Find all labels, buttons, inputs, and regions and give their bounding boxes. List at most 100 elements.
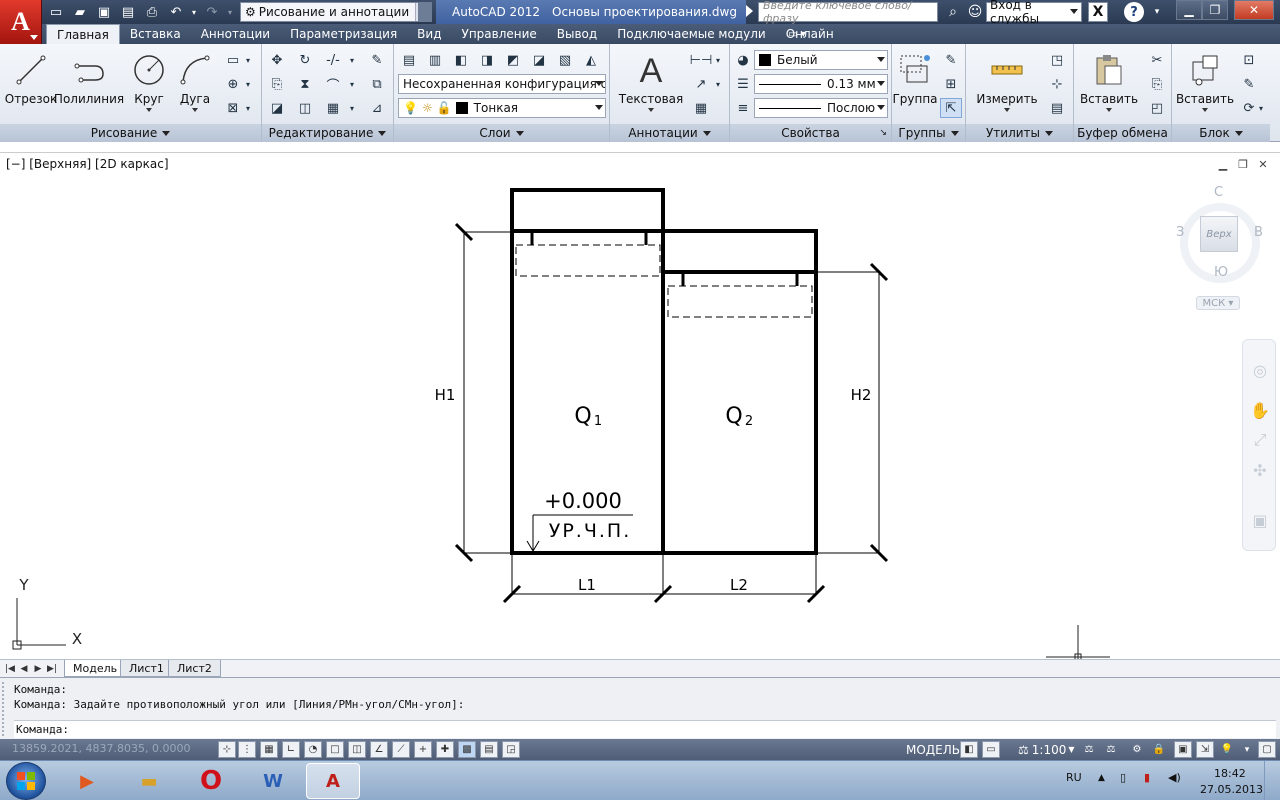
annotation-scale[interactable]: ⚖ 1:100 ▼ xyxy=(1018,741,1075,758)
ribbon-tab[interactable]: Вывод xyxy=(547,24,607,44)
rectangle-icon[interactable]: ▭ xyxy=(222,50,244,70)
chevron-down-icon[interactable]: ▾ xyxy=(1256,98,1266,118)
pan-hand-icon[interactable]: ✋ xyxy=(1248,398,1272,422)
id-point-icon[interactable]: ⊹ xyxy=(1046,74,1068,94)
modify-panel-title[interactable]: Редактирование xyxy=(262,124,393,142)
open-folder-icon[interactable]: ▰ xyxy=(70,3,90,21)
login-field[interactable]: Вход в службы xyxy=(986,0,1082,26)
quick-view-layouts-icon[interactable]: ◧ xyxy=(960,741,978,758)
dialog-launcher-icon[interactable]: ↘ xyxy=(879,128,887,138)
start-button[interactable] xyxy=(6,762,46,800)
object-snap-icon[interactable]: □ xyxy=(326,741,344,758)
command-input[interactable]: Команда: xyxy=(14,720,1276,738)
explorer-icon[interactable]: ▬ xyxy=(122,763,176,799)
array-icon[interactable]: ▦ xyxy=(322,98,344,118)
application-menu-button[interactable]: A xyxy=(0,0,42,44)
quick-view-drawings-icon[interactable]: ▭ xyxy=(982,741,1000,758)
workspace-switch-icon[interactable]: ⚙ xyxy=(1128,741,1146,758)
paste-button[interactable]: Вставить xyxy=(1078,48,1140,120)
show-desktop-button[interactable] xyxy=(1264,761,1280,800)
scale-icon[interactable]: ◫ xyxy=(294,98,316,118)
toolbar-lock-icon[interactable]: 🔒 xyxy=(1150,741,1168,758)
ungroup-icon[interactable]: ✎ xyxy=(940,50,962,70)
snap-mode-icon[interactable]: ⋮ xyxy=(238,741,256,758)
dimension-icon[interactable]: ⊢⊣ xyxy=(690,50,713,70)
cut-icon[interactable]: ✂ xyxy=(1146,50,1168,70)
group-button[interactable]: Группа xyxy=(892,48,938,120)
user-icon[interactable]: ☺ xyxy=(966,3,984,21)
otrack-icon[interactable]: ∠ xyxy=(370,741,388,758)
leader-icon[interactable]: ↗ xyxy=(690,74,712,94)
hatch-icon[interactable]: ⊕ xyxy=(222,74,244,94)
layer-match-icon[interactable]: ◭ xyxy=(580,50,602,70)
color-select[interactable]: Белый xyxy=(754,50,888,70)
viewcube[interactable]: С Ю З В Верх МСК ▾ xyxy=(1176,183,1263,313)
edit-block-icon[interactable]: ✎ xyxy=(1238,74,1260,94)
polar-tracking-icon[interactable]: ◔ xyxy=(304,741,322,758)
orbit-icon[interactable]: ✣ xyxy=(1248,458,1272,482)
chevron-down-icon[interactable]: ▾ xyxy=(242,74,254,94)
clipboard-panel-title[interactable]: Буфер обмена xyxy=(1074,124,1171,142)
annotation-panel-title[interactable]: Аннотации xyxy=(610,124,729,142)
exchange-apps-icon[interactable]: X xyxy=(1088,2,1108,22)
trim-icon[interactable]: -/- xyxy=(322,50,344,70)
boundary-icon[interactable]: ⊠ xyxy=(222,98,244,118)
layer-select[interactable]: 💡 ☼ 🔓 Тонкая xyxy=(398,98,606,118)
ribbon-tab[interactable]: Подключаемые модули xyxy=(607,24,776,44)
copy-clip-icon[interactable]: ⎘ xyxy=(1146,74,1168,94)
copy-icon[interactable]: ⎘ xyxy=(266,74,288,94)
block-panel-title[interactable]: Блок xyxy=(1172,124,1270,142)
lineweight-icon[interactable]: ☰ xyxy=(732,74,754,94)
chevron-down-icon[interactable]: ▾ xyxy=(242,98,254,118)
3d-osnap-icon[interactable]: ◫ xyxy=(348,741,366,758)
rotate-icon[interactable]: ↻ xyxy=(294,50,316,70)
stretch-icon[interactable]: ◪ xyxy=(266,98,288,118)
search-expand-icon[interactable] xyxy=(746,5,753,17)
layer-freeze-icon[interactable]: ◪ xyxy=(528,50,550,70)
showmotion-icon[interactable]: ▣ xyxy=(1248,508,1272,532)
selection-cycling-icon[interactable]: ◲ xyxy=(502,741,520,758)
next-layout-icon[interactable]: ▶ xyxy=(32,662,44,676)
save-icon[interactable]: ▣ xyxy=(94,3,114,21)
dynamic-input-icon[interactable]: + xyxy=(414,741,432,758)
calculator-icon[interactable]: ▤ xyxy=(1046,98,1068,118)
compass-east[interactable]: В xyxy=(1254,225,1263,240)
command-line-grip[interactable] xyxy=(2,682,10,736)
transparency-icon[interactable]: ▩ xyxy=(458,741,476,758)
coordinates-readout[interactable]: 13859.2021, 4837.8035, 0.0000 xyxy=(12,742,190,755)
undo-icon[interactable]: ↶ xyxy=(166,3,186,21)
offset-icon[interactable]: ⊿ xyxy=(366,98,388,118)
steering-wheel-icon[interactable]: ◎ xyxy=(1248,358,1272,382)
wcs-menu[interactable]: МСК ▾ xyxy=(1196,296,1240,310)
opera-icon[interactable]: O xyxy=(184,763,238,799)
redo-icon[interactable]: ↷ xyxy=(202,3,222,21)
save-as-icon[interactable]: ▤ xyxy=(118,3,138,21)
compass-south[interactable]: Ю xyxy=(1214,265,1228,280)
isolate-objects-icon[interactable]: ⇲ xyxy=(1196,741,1214,758)
linetype-icon[interactable]: ≡ xyxy=(732,98,754,118)
workspace-select[interactable]: ⚙ Рисование и аннотации ▼ xyxy=(240,2,430,22)
compass-west[interactable]: З xyxy=(1176,225,1184,240)
measure-button[interactable]: Измерить xyxy=(970,48,1044,120)
grid-display-icon[interactable]: ▦ xyxy=(260,741,278,758)
language-indicator[interactable]: RU xyxy=(1066,771,1082,784)
word-icon[interactable]: W xyxy=(246,763,300,799)
polyline-button[interactable]: Полилиния xyxy=(54,48,124,120)
media-player-icon[interactable]: ▶ xyxy=(60,763,114,799)
layer-lock-icon[interactable]: ▧ xyxy=(554,50,576,70)
redo-dropdown-icon[interactable]: ▾ xyxy=(226,3,234,21)
draw-panel-title[interactable]: Рисование xyxy=(0,124,261,142)
layout-tab-sheet1[interactable]: Лист1 xyxy=(120,660,173,677)
print-icon[interactable]: ⎙ xyxy=(142,3,162,21)
properties-panel-title[interactable]: Свойства ↘ xyxy=(730,124,891,142)
group-select-icon[interactable]: ⇱ xyxy=(940,98,962,118)
ribbon-tab[interactable]: Параметризация xyxy=(280,24,407,44)
fillet-icon[interactable]: ⌒ xyxy=(322,74,344,94)
auto-scale-icon[interactable]: ⚖ xyxy=(1102,741,1120,758)
mirror-icon[interactable]: ⧗ xyxy=(294,74,316,94)
chevron-down-icon[interactable]: ▾ xyxy=(712,74,724,94)
layer-states-icon[interactable]: ▥ xyxy=(424,50,446,70)
compass-north[interactable]: С xyxy=(1214,185,1223,200)
groups-panel-title[interactable]: Группы xyxy=(892,124,965,142)
ribbon-tab[interactable]: Управление xyxy=(452,24,547,44)
